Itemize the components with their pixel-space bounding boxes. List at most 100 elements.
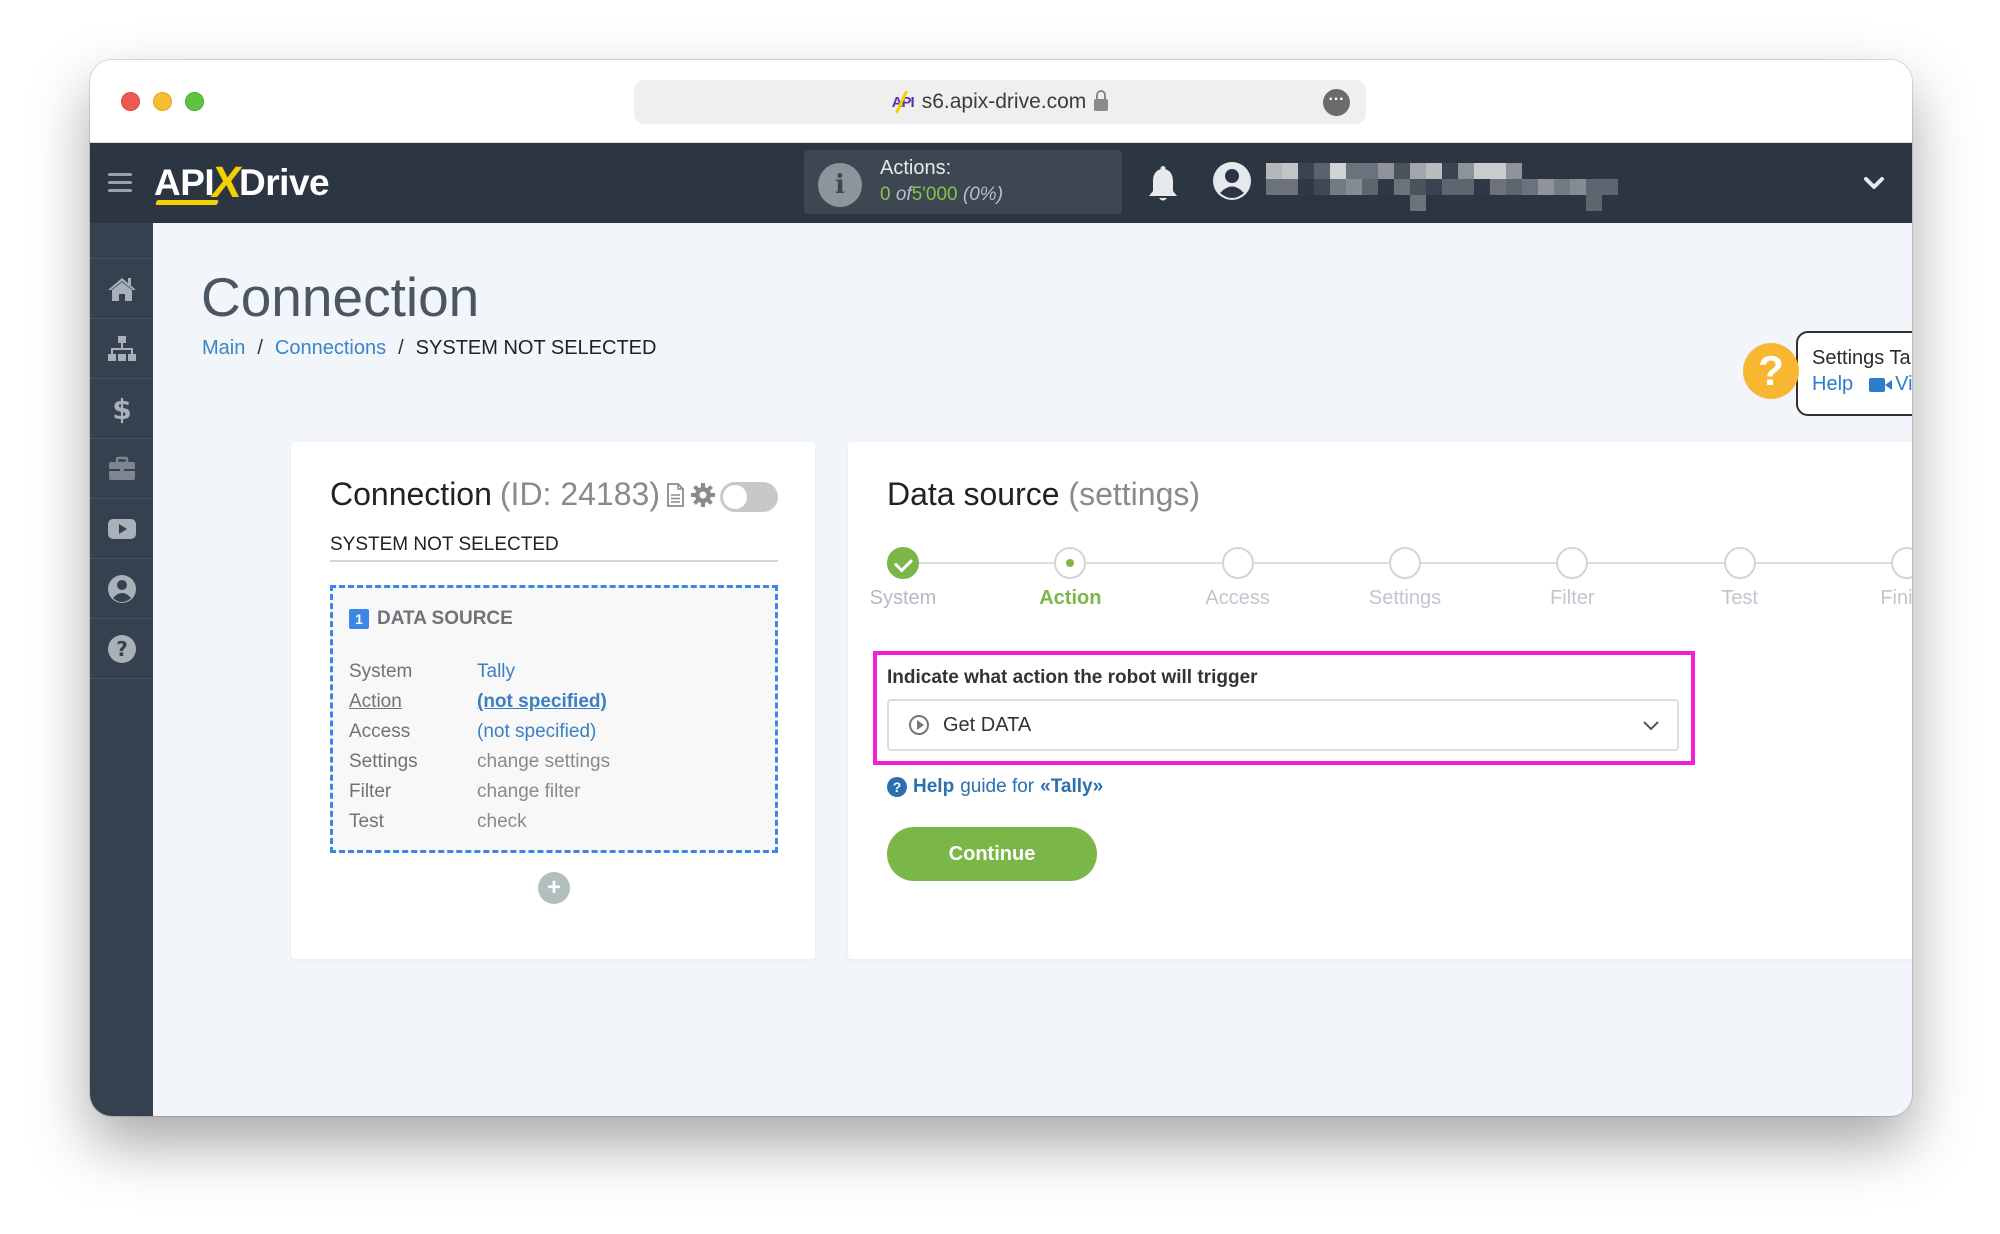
connection-id: (ID: 24183) [499, 476, 660, 512]
actions-percent: (0%) [962, 184, 1004, 205]
sidebar-item-account[interactable] [90, 559, 153, 619]
step-filter[interactable]: Filter [1512, 547, 1632, 610]
sidebar-item-videos[interactable] [90, 499, 153, 559]
ds-row-action: Action (not specified) [349, 687, 610, 717]
ds-row-value[interactable]: (not specified) [477, 691, 607, 713]
step-label: Settings [1368, 587, 1442, 609]
continue-button[interactable]: Continue [887, 827, 1097, 881]
play-circle-icon [909, 715, 929, 735]
video-link-label: Video [1895, 373, 1912, 395]
actions-value: 0 of5'000 (0%) [880, 184, 1003, 206]
add-destination-button[interactable]: + [538, 872, 570, 904]
sidebar-top-spacer [90, 223, 153, 259]
maximize-window-button[interactable] [185, 92, 204, 111]
help-link[interactable]: Help [1812, 373, 1853, 396]
step-test[interactable]: Test [1680, 547, 1800, 610]
url-text[interactable]: s6.apix-drive.com [922, 90, 1087, 114]
ds-row-access: Access (not specified) [349, 717, 610, 747]
step-indicator-icon [1891, 547, 1912, 579]
sidebar-item-connections[interactable] [90, 319, 153, 379]
step-indicator-icon [1556, 547, 1589, 579]
redacted-username[interactable] [1266, 163, 1626, 213]
data-source-block[interactable]: 1 DATA SOURCE System Tally Action (not s… [330, 585, 778, 853]
settings-card-title-text: Data source [887, 476, 1060, 512]
youtube-icon [107, 518, 136, 539]
connection-title: Connection (ID: 24183) [330, 476, 716, 513]
info-icon: i [818, 163, 862, 207]
step-action[interactable]: Action [1010, 547, 1130, 610]
dollar-icon: $ [112, 393, 131, 425]
app-header: API X Drive i Actions: 0 of5'000 (0%) [90, 143, 1912, 223]
browser-titlebar: API s6.apix-drive.com ··· [90, 60, 1912, 143]
logo-text-api: API [154, 162, 215, 203]
help-guide-bold: Help [913, 776, 955, 797]
action-field-label: Indicate what action the robot will trig… [887, 667, 1258, 688]
sidebar-item-jobs[interactable] [90, 439, 153, 499]
data-source-heading: 1 DATA SOURCE [349, 608, 513, 630]
step-indicator-icon [1221, 547, 1254, 579]
close-window-button[interactable] [121, 92, 140, 111]
actions-used: 0 [880, 184, 891, 205]
gear-icon[interactable] [690, 482, 716, 508]
user-avatar-icon[interactable] [1211, 160, 1253, 202]
help-widget-title: Settings Tally [1812, 347, 1912, 369]
main-content: Connection Main / Connections / SYSTEM N… [153, 223, 1912, 1116]
connection-enable-toggle[interactable] [720, 482, 778, 512]
ds-row-filter: Filter change filter [349, 777, 610, 807]
step-indicator-icon [887, 547, 919, 579]
browser-window: API s6.apix-drive.com ··· API X Drive i Ac… [90, 60, 1912, 1116]
sitemap-icon [107, 335, 136, 361]
hamburger-menu-icon[interactable] [108, 173, 132, 193]
chevron-down-icon[interactable] [1862, 171, 1886, 195]
bell-icon[interactable] [1146, 165, 1180, 205]
ds-row-test: Test check [349, 807, 610, 837]
lock-icon [1094, 90, 1109, 111]
ds-row-value[interactable]: (not specified) [477, 721, 596, 743]
data-source-heading-text: DATA SOURCE [377, 608, 513, 629]
more-options-icon[interactable]: ··· [1323, 89, 1350, 116]
sidebar-item-home[interactable] [90, 259, 153, 319]
step-settings[interactable]: Settings [1345, 547, 1465, 610]
data-source-rows: System Tally Action (not specified) Acce… [349, 657, 610, 837]
video-camera-icon [1869, 377, 1893, 392]
sidebar-item-billing[interactable]: $ [90, 379, 153, 439]
briefcase-icon [108, 456, 135, 480]
progress-stepper: System Action Access Settings Filter Test Fini… [870, 547, 1912, 617]
help-guide-text: guide for [960, 776, 1035, 797]
video-link[interactable]: Video [1869, 373, 1912, 396]
breadcrumb-connections[interactable]: Connections [275, 337, 386, 360]
site-favicon-icon: API [891, 93, 915, 111]
apix-drive-logo[interactable]: API X Drive [154, 158, 330, 207]
step-finish[interactable]: Finish [1847, 547, 1912, 610]
breadcrumb: Main / Connections / SYSTEM NOT SELECTED [202, 337, 656, 360]
system-status: SYSTEM NOT SELECTED [330, 534, 778, 562]
step-system[interactable]: System [843, 547, 963, 610]
actions-counter[interactable]: i Actions: 0 of5'000 (0%) [804, 150, 1122, 214]
breadcrumb-main[interactable]: Main [202, 337, 245, 360]
address-bar[interactable]: API s6.apix-drive.com ··· [634, 80, 1366, 124]
step-access[interactable]: Access [1178, 547, 1298, 610]
settings-card-title: Data source (settings) [887, 476, 1200, 513]
ds-row-system: System Tally [349, 657, 610, 687]
breadcrumb-separator: / [257, 337, 263, 359]
step-label: Access [1205, 587, 1270, 609]
action-select-value: Get DATA [943, 713, 1032, 736]
help-question-icon[interactable]: ? [1743, 343, 1799, 399]
ds-row-settings: Settings change settings [349, 747, 610, 777]
help-guide-link[interactable]: ? Help guide for «Tally» [887, 776, 1103, 798]
step-label: System [869, 587, 937, 609]
help-guide-target: «Tally» [1040, 776, 1104, 797]
sidebar-item-help[interactable]: ? [90, 619, 153, 679]
action-select[interactable]: Get DATA [887, 699, 1679, 751]
ds-row-key: Settings [349, 751, 418, 772]
ds-row-value[interactable]: Tally [477, 661, 515, 683]
data-source-number-badge: 1 [349, 609, 369, 629]
ds-row-key[interactable]: Action [349, 691, 477, 713]
home-icon [107, 277, 136, 301]
step-indicator-icon [1054, 547, 1087, 579]
question-circle-icon: ? [107, 634, 136, 663]
question-circle-icon: ? [887, 777, 907, 797]
document-icon[interactable] [666, 482, 684, 507]
minimize-window-button[interactable] [153, 92, 172, 111]
breadcrumb-current: SYSTEM NOT SELECTED [415, 337, 657, 359]
